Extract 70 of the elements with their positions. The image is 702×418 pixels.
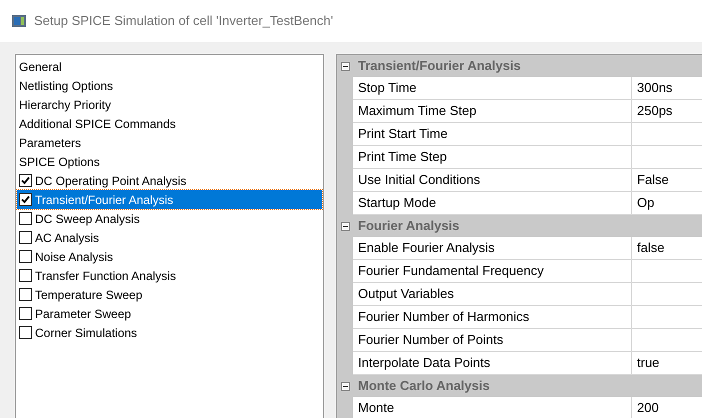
checkbox[interactable] — [19, 288, 32, 301]
property-name[interactable]: Fourier Number of Harmonics — [353, 306, 632, 328]
property-name[interactable]: Fourier Number of Points — [353, 329, 632, 351]
item-label: DC Sweep Analysis — [35, 210, 140, 228]
sidebar-item[interactable]: General — [17, 57, 322, 76]
property-name[interactable]: Output Variables — [353, 283, 632, 305]
sidebar-item[interactable]: DC Operating Point Analysis — [17, 171, 322, 190]
item-label: Parameter Sweep — [35, 306, 132, 322]
section-title: Monte Carlo Analysis — [358, 377, 490, 396]
property-value[interactable]: false — [632, 237, 702, 259]
sidebar-item[interactable]: Transient/Fourier Analysis — [17, 190, 322, 209]
section-title: Transient/Fourier Analysis — [358, 57, 521, 76]
window-icon — [12, 15, 26, 27]
sidebar-item[interactable]: AC Analysis — [17, 228, 322, 247]
item-label: Transient/Fourier Analysis — [35, 192, 174, 208]
sidebar-item[interactable]: Temperature Sweep — [17, 285, 322, 304]
sidebar-item[interactable]: Noise Analysis — [17, 247, 322, 266]
checkbox[interactable] — [19, 250, 32, 263]
property-value[interactable]: true — [632, 352, 702, 374]
sidebar-item[interactable]: Corner Simulations — [17, 323, 322, 342]
property-name[interactable]: Enable Fourier Analysis — [353, 237, 632, 259]
section-title: Fourier Analysis — [358, 217, 460, 236]
item-label: Transfer Function Analysis — [35, 268, 176, 284]
property-value[interactable]: False — [632, 169, 702, 191]
checkbox[interactable] — [19, 326, 32, 339]
item-label: AC Analysis — [35, 230, 100, 246]
property-value[interactable]: Op — [632, 192, 702, 214]
property-name[interactable]: Interpolate Data Points — [353, 352, 632, 374]
window-title: Setup SPICE Simulation of cell 'Inverter_TestBench' — [34, 12, 334, 30]
property-name[interactable]: Use Initial Conditions — [353, 169, 632, 191]
item-label: SPICE Options — [19, 154, 100, 170]
collapse-icon[interactable] — [341, 62, 350, 70]
property-name[interactable]: Print Time Step — [353, 146, 632, 168]
grid-gutter — [337, 397, 353, 418]
property-value[interactable]: 200 — [632, 397, 702, 418]
item-label: Parameters — [19, 134, 82, 152]
check-icon — [21, 176, 30, 185]
item-label: General — [19, 58, 62, 76]
item-label: Hierarchy Priority — [19, 96, 112, 114]
checkbox[interactable] — [19, 269, 32, 282]
property-name[interactable]: Print Start Time — [353, 123, 632, 145]
check-icon — [21, 195, 30, 204]
property-name[interactable]: Startup Mode — [353, 192, 632, 214]
sidebar-item[interactable]: Hierarchy Priority — [17, 95, 322, 114]
property-name[interactable]: Stop Time — [353, 77, 632, 99]
checkbox[interactable] — [19, 174, 32, 187]
item-label: Corner Simulations — [35, 324, 138, 342]
property-name[interactable]: Monte — [353, 397, 632, 418]
sidebar-item[interactable]: Parameter Sweep — [17, 304, 322, 323]
item-label: Additional SPICE Commands — [19, 116, 176, 132]
item-label: Noise Analysis — [35, 248, 114, 266]
property-value[interactable]: 250ps — [632, 100, 702, 122]
item-label: DC Operating Point Analysis — [35, 172, 186, 190]
item-label: Netlisting Options — [19, 78, 114, 94]
checkbox[interactable] — [19, 231, 32, 244]
sidebar-item[interactable]: Transfer Function Analysis — [17, 266, 322, 285]
property-name[interactable]: Maximum Time Step — [353, 100, 632, 122]
collapse-icon[interactable] — [341, 382, 350, 390]
collapse-icon[interactable] — [341, 222, 350, 230]
property-value[interactable]: 300ns — [632, 77, 702, 99]
sidebar-item[interactable]: SPICE Options — [17, 152, 322, 171]
sidebar-item[interactable]: Netlisting Options — [17, 76, 322, 95]
checkbox[interactable] — [19, 193, 32, 206]
sidebar-item[interactable]: DC Sweep Analysis — [17, 209, 322, 228]
property-name[interactable]: Fourier Fundamental Frequency — [353, 260, 632, 282]
checkbox[interactable] — [19, 307, 32, 320]
sidebar-item[interactable]: Additional SPICE Commands — [17, 114, 322, 133]
sidebar-item[interactable]: Parameters — [17, 133, 322, 152]
checkbox[interactable] — [19, 212, 32, 225]
item-label: Temperature Sweep — [35, 286, 142, 304]
